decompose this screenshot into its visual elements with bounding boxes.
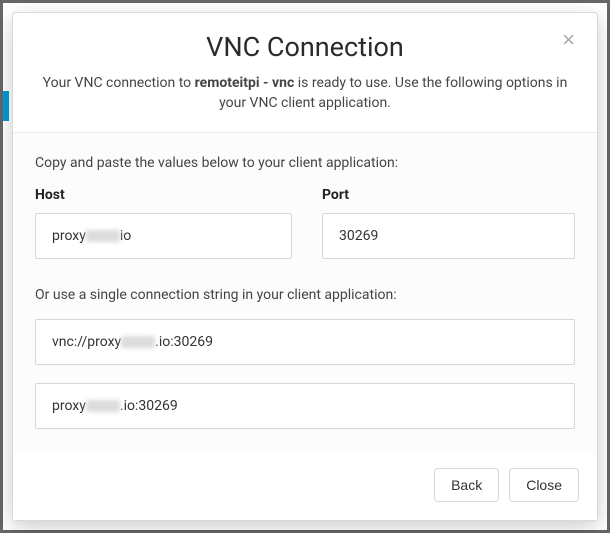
connection-string-1[interactable]: vnc://proxy .io:30269	[35, 319, 575, 365]
host-label: Host	[35, 187, 292, 203]
redacted-segment	[121, 336, 155, 348]
modal-body: Copy and paste the values below to your …	[13, 132, 597, 454]
port-label: Port	[322, 187, 575, 203]
vnc-connection-modal: × VNC Connection Your VNC connection to …	[12, 12, 598, 521]
host-value-prefix: proxy	[52, 228, 86, 244]
subtitle-prefix: Your VNC connection to	[43, 75, 195, 91]
connection-string-2[interactable]: proxy .io:30269	[35, 383, 575, 429]
modal-subtitle: Your VNC connection to remoteitpi - vnc …	[33, 73, 577, 114]
close-button[interactable]: Close	[509, 468, 579, 502]
back-button[interactable]: Back	[434, 468, 499, 502]
connection-strings: vnc://proxy .io:30269 proxy .io:30269	[35, 319, 575, 429]
subtitle-device-name: remoteitpi - vnc	[195, 75, 295, 91]
conn1-prefix: vnc://proxy	[52, 334, 121, 350]
conn1-suffix: .io:30269	[155, 334, 213, 350]
modal-title: VNC Connection	[33, 31, 577, 63]
redacted-segment	[86, 400, 120, 412]
or-instruction: Or use a single connection string in you…	[35, 287, 575, 303]
port-field: Port 30269	[322, 187, 575, 259]
copy-instruction: Copy and paste the values below to your …	[35, 155, 575, 171]
host-field: Host proxy io	[35, 187, 292, 259]
port-value-box[interactable]: 30269	[322, 213, 575, 259]
modal-header: × VNC Connection Your VNC connection to …	[13, 13, 597, 132]
close-icon[interactable]: ×	[556, 27, 581, 53]
port-value: 30269	[339, 228, 378, 244]
conn2-suffix: .io:30269	[120, 398, 178, 414]
conn2-prefix: proxy	[52, 398, 86, 414]
host-port-row: Host proxy io Port 30269	[35, 187, 575, 259]
redacted-segment	[86, 230, 120, 242]
host-value-suffix: io	[120, 228, 131, 244]
background-accent	[3, 91, 9, 121]
modal-footer: Back Close	[13, 454, 597, 520]
host-value-box[interactable]: proxy io	[35, 213, 292, 259]
